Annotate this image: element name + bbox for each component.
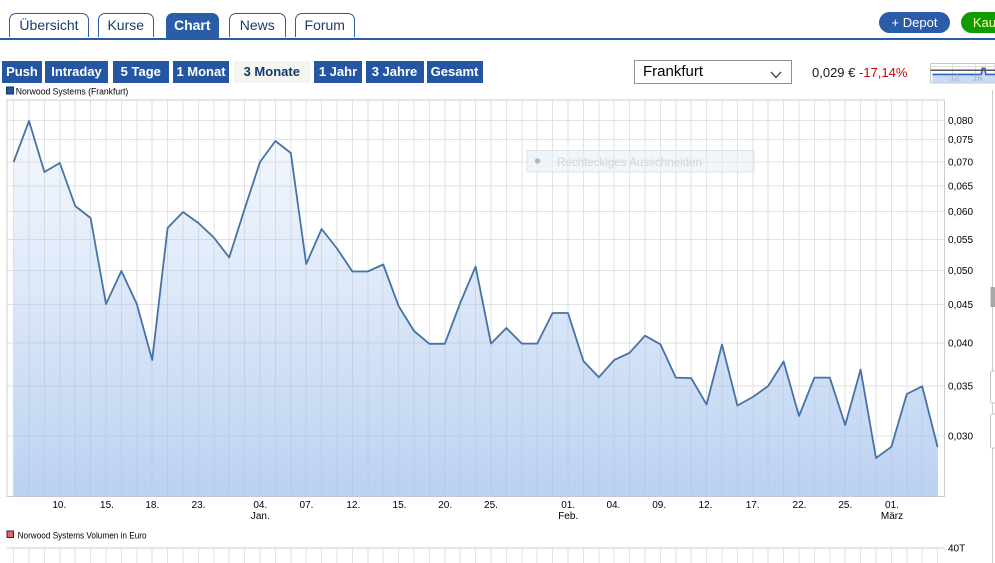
svg-text:0,070: 0,070	[948, 158, 973, 169]
svg-text:0,080: 0,080	[948, 116, 973, 127]
svg-text:Rechteckiges Ausschneiden: Rechteckiges Ausschneiden	[557, 155, 702, 169]
svg-text:20.: 20.	[438, 500, 452, 511]
svg-text:25.: 25.	[838, 500, 852, 511]
svg-text:23.: 23.	[192, 500, 206, 511]
svg-text:17.: 17.	[746, 500, 760, 511]
svg-text:22.: 22.	[793, 500, 807, 511]
svg-text:0,050: 0,050	[948, 266, 973, 277]
svg-text:Feb.: Feb.	[558, 511, 578, 522]
svg-text:0,075: 0,075	[948, 135, 973, 146]
svg-text:0,055: 0,055	[948, 235, 973, 246]
svg-text:0,045: 0,045	[948, 300, 973, 311]
svg-text:01.: 01.	[561, 500, 575, 511]
svg-text:12: 12	[950, 73, 960, 83]
svg-text:09.: 09.	[652, 500, 666, 511]
svg-text:25.: 25.	[484, 500, 498, 511]
svg-text:07.: 07.	[300, 500, 314, 511]
svg-text:04.: 04.	[606, 500, 620, 511]
svg-text:12.: 12.	[346, 500, 360, 511]
svg-text:04.: 04.	[253, 500, 267, 511]
svg-text:01.: 01.	[885, 500, 899, 511]
svg-text:0,030: 0,030	[948, 432, 973, 443]
svg-text:10.: 10.	[52, 500, 66, 511]
svg-text:0,035: 0,035	[948, 381, 973, 392]
svg-text:März: März	[881, 511, 903, 522]
svg-text:16: 16	[973, 73, 983, 83]
svg-text:Norwood Systems Volumen in Eur: Norwood Systems Volumen in Euro	[18, 531, 147, 541]
svg-text:15.: 15.	[100, 500, 114, 511]
svg-text:Jan.: Jan.	[251, 511, 270, 522]
svg-text:18.: 18.	[145, 500, 159, 511]
svg-text:12.: 12.	[699, 500, 713, 511]
svg-text:Norwood Systems (Frankfurt): Norwood Systems (Frankfurt)	[16, 87, 129, 97]
svg-text:0,060: 0,060	[948, 207, 973, 218]
svg-text:40T: 40T	[948, 544, 965, 555]
svg-text:0,040: 0,040	[948, 339, 973, 350]
svg-text:0,065: 0,065	[948, 182, 973, 193]
svg-text:15.: 15.	[393, 500, 407, 511]
